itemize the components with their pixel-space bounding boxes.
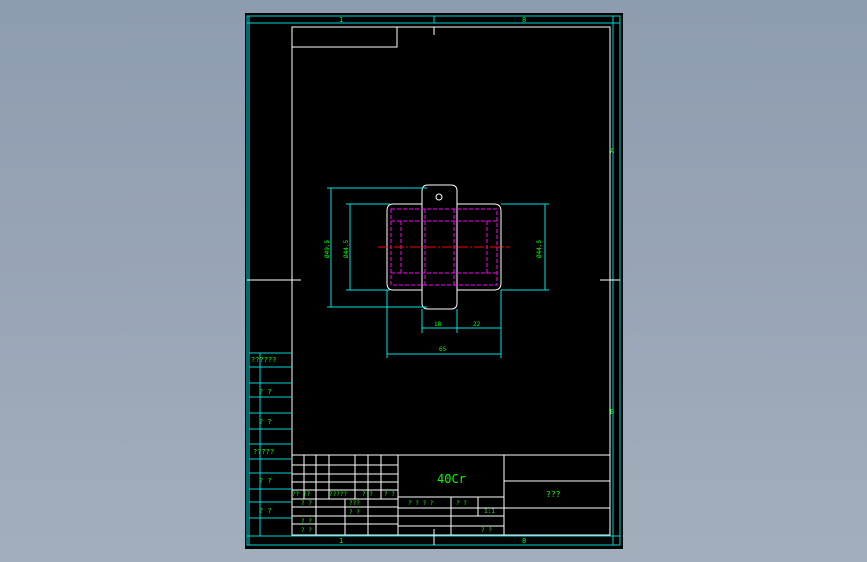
side-table-row: ?????	[253, 448, 274, 456]
scale-label: ? ? ? ?	[408, 500, 434, 507]
outer-frame	[246, 15, 621, 546]
zone-label-top-left: 1	[339, 16, 343, 24]
side-table-row: ? ?	[259, 418, 272, 426]
material-label: 40Cr	[437, 472, 466, 486]
part-view	[378, 184, 510, 310]
zone-label-top-right: 8	[522, 16, 526, 24]
dim-inner-dia: Ø44.5	[343, 240, 350, 258]
side-table-row: ? ?	[259, 477, 272, 485]
header-sign: ? ?	[362, 491, 373, 498]
review-label: ? ?	[301, 518, 312, 525]
cad-drawing: 1 8 1 8 A B ?????? ? ? ? ? ????? ? ? ? ?	[246, 15, 621, 546]
drawing-sheet: 1 8 1 8 A B ?????? ? ? ? ? ????? ? ? ? ?	[245, 13, 623, 549]
code-box	[292, 27, 398, 48]
approve-label: ? ?	[301, 527, 312, 534]
ratio-label: ? ?	[456, 500, 467, 507]
dim-bottom-total: 65	[439, 346, 447, 353]
inner-frame	[291, 26, 611, 536]
zone-label-bottom-right: 8	[522, 537, 526, 545]
dim-bottom-a: 18	[434, 321, 442, 328]
dim-right-dia: Ø44.5	[536, 240, 543, 258]
side-table-row: ? ?	[259, 388, 272, 396]
zone-label-bottom-left: 1	[339, 537, 343, 545]
side-table: ?????? ? ? ? ? ????? ? ? ? ?	[249, 352, 292, 536]
dim-outer-dia: Ø49.5	[324, 240, 331, 258]
dim-bottom-b: 22	[473, 321, 481, 328]
side-table-row: ? ?	[259, 507, 272, 515]
standard-label: ???	[349, 500, 360, 507]
side-table-row: ??????	[251, 356, 276, 364]
drawing-name: ???	[546, 490, 561, 499]
header-signature: ?? ??	[292, 491, 310, 498]
header-date: ? ?	[384, 491, 395, 498]
process-label: ? ?	[349, 509, 360, 516]
oil-hole	[435, 193, 443, 201]
zone-label-right-lower: B	[610, 408, 614, 416]
zone-label-right-upper: A	[610, 147, 615, 155]
title-block: 40Cr ??? ?? ?? ????? ? ? ? ? ? ? ??? ? ?…	[292, 454, 610, 535]
ratio-value: 1:1	[484, 508, 495, 515]
sheet-label: ? ?	[481, 527, 492, 534]
design-label: ? ?	[301, 500, 312, 507]
header-change-no: ?????	[329, 491, 347, 498]
